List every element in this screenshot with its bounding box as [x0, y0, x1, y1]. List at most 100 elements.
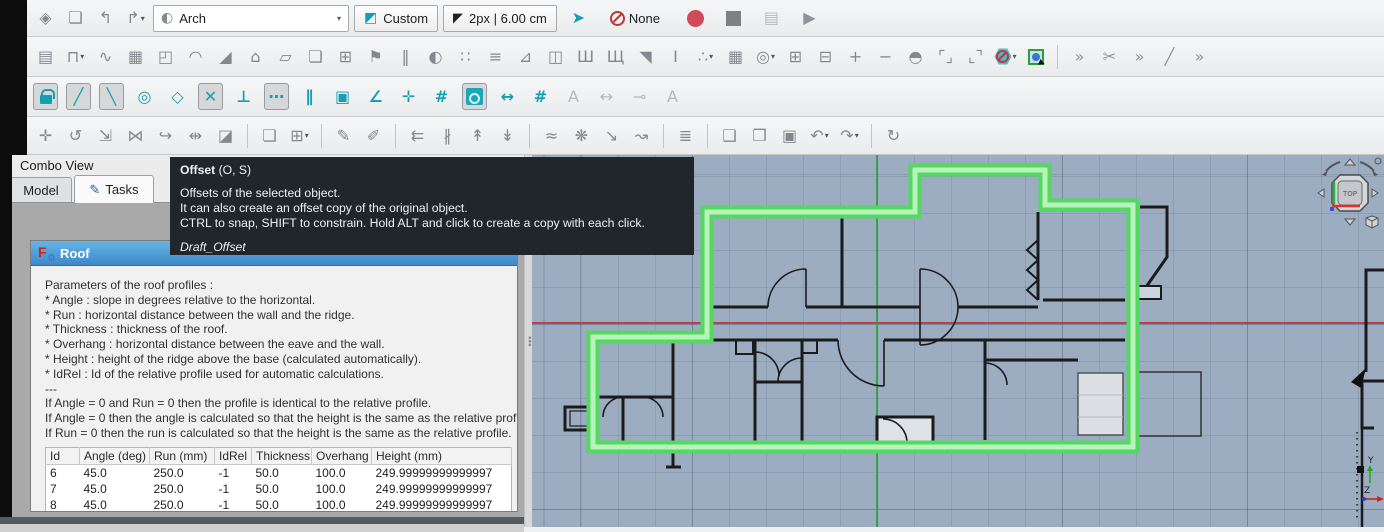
chevron-down-icon[interactable]: ▾ [337, 14, 341, 23]
redo-button[interactable]: ↷▾ [837, 122, 862, 149]
column-header[interactable]: Id [46, 447, 80, 464]
arch-building-button[interactable]: ⌂ [243, 43, 268, 70]
open-file-button[interactable]: ❒ [747, 122, 772, 149]
autogroup-selector[interactable]: None [610, 11, 660, 26]
arch-floor-plan-button[interactable]: ▱ [273, 43, 298, 70]
draft-to-sketch-button[interactable]: ↝ [629, 122, 654, 149]
column-header[interactable]: Angle (deg) [80, 447, 150, 464]
table-cell[interactable]: -1 [215, 464, 252, 481]
join-button[interactable]: ⇇ [405, 122, 430, 149]
table-cell[interactable]: 250.0 [150, 497, 215, 512]
table-header-row[interactable]: IdAngle (deg)Run (mm)IdRelThickness (mm)… [46, 447, 512, 464]
upgrade-button[interactable]: ↟ [465, 122, 490, 149]
roof-profiles-table[interactable]: IdAngle (deg)Run (mm)IdRelThickness (mm)… [45, 447, 512, 512]
arch-curtain-wall-button[interactable]: ▦ [123, 43, 148, 70]
downgrade-button[interactable]: ↡ [495, 122, 520, 149]
arch-add-component-button[interactable]: ⊞ [783, 43, 808, 70]
ifc-toggle-button[interactable]: ▾ [993, 43, 1018, 70]
draft-dimension-button[interactable]: ↔ [594, 83, 619, 110]
arch-rebar-button[interactable]: ∿ [93, 43, 118, 70]
arch-reference-button[interactable]: ❏ [303, 43, 328, 70]
scale-button[interactable]: ⇲ [93, 122, 118, 149]
save-file-button[interactable]: ▣ [777, 122, 802, 149]
undo-button[interactable]: ↶▾ [807, 122, 832, 149]
macro-record-button[interactable] [683, 5, 708, 32]
array-button[interactable]: ⊞▾ [287, 122, 312, 149]
table-cell[interactable]: 100.0 [312, 464, 372, 481]
snap-working-plane-button[interactable]: ▣ [330, 83, 355, 110]
macro-document-button[interactable]: ▤ [759, 5, 784, 32]
dropdown-caret-icon[interactable]: ▾ [305, 131, 309, 140]
layer-button[interactable]: ≣ [673, 122, 698, 149]
snap-intersection-button[interactable]: ✕ [198, 83, 223, 110]
arch-remove-component-button[interactable]: ⊟ [813, 43, 838, 70]
shape-2d-view-button[interactable]: ↘ [599, 122, 624, 149]
clip-button[interactable]: ◪ [213, 122, 238, 149]
arch-truss-button[interactable]: ◥ [633, 43, 658, 70]
snap-center-button[interactable]: ◎ [132, 83, 157, 110]
arch-fence-button[interactable]: Ш [573, 43, 598, 70]
arch-add-button[interactable]: + [843, 43, 868, 70]
table-cell[interactable]: 250.0 [150, 464, 215, 481]
snap-extension-button[interactable]: ⋯ [264, 83, 289, 110]
table-cell[interactable]: 249.99999999999997 [372, 481, 512, 497]
snap-perpendicular-button[interactable]: ⊥ [231, 83, 256, 110]
arch-profile-button[interactable]: Ⅰ [663, 43, 688, 70]
snap-endpoint-button[interactable]: ╱ [66, 83, 91, 110]
table-cell[interactable]: 250.0 [150, 481, 215, 497]
mirror-button[interactable]: ⋈ [123, 122, 148, 149]
arch-pipe-button[interactable]: ◎▾ [753, 43, 778, 70]
split-button[interactable]: ∦ [435, 122, 460, 149]
draft-text-button[interactable]: A [561, 83, 586, 110]
arch-building-part-button[interactable]: ◰ [153, 43, 178, 70]
toggle-grid-button[interactable] [462, 83, 487, 110]
arch-stairs-button[interactable]: ≡ [483, 43, 508, 70]
arch-window-button[interactable]: ⊞ [333, 43, 358, 70]
clone-button[interactable]: ❏ [257, 122, 282, 149]
macro-stop-button[interactable] [721, 5, 746, 32]
chevron-more-1-button[interactable]: » [1067, 43, 1092, 70]
tab-tasks[interactable]: ✎ Tasks [74, 175, 154, 203]
box-element-selection-button[interactable] [1023, 43, 1048, 70]
snap-parallel-button[interactable]: ∥ [297, 83, 322, 110]
wire-to-bspline-button[interactable]: ≈ [539, 122, 564, 149]
table-cell[interactable]: -1 [215, 481, 252, 497]
selection-plane-button[interactable]: ⌜⌟ [933, 43, 958, 70]
table-cell[interactable]: -1 [215, 497, 252, 512]
stretch-button[interactable]: ⇹ [183, 122, 208, 149]
custom-style-button[interactable]: ◩ Custom [354, 5, 438, 32]
chevron-more-2-button[interactable]: » [1127, 43, 1152, 70]
table-cell[interactable]: 50.0 [252, 497, 312, 512]
workbench-selector[interactable]: ◐ Arch ▾ [153, 5, 349, 32]
column-header[interactable]: IdRel [215, 447, 252, 464]
arch-section-plane-button[interactable]: ⊿ [513, 43, 538, 70]
link-import-button[interactable]: ↰ [93, 5, 118, 32]
draft-shapestring-button[interactable]: A [660, 83, 685, 110]
draft-edit-button[interactable]: ✎ [331, 122, 356, 149]
arch-grille-button[interactable]: Щ [603, 43, 628, 70]
table-cell[interactable]: 45.0 [80, 497, 150, 512]
arch-axis-button[interactable]: ◐ [423, 43, 448, 70]
arch-wall-button[interactable]: ▤ [33, 43, 58, 70]
rotate-button[interactable]: ↺ [63, 122, 88, 149]
new-file-button[interactable]: ❑ [717, 122, 742, 149]
selection-view-button[interactable]: ⌞⌝ [963, 43, 988, 70]
cut-button[interactable]: ✂ [1097, 43, 1122, 70]
snap-dimensions-button[interactable]: ↔ [495, 83, 520, 110]
table-cell[interactable]: 8 [46, 497, 80, 512]
arch-structure-button[interactable]: ⊓▾ [63, 43, 88, 70]
column-header[interactable]: Thickness (mm) [252, 447, 312, 464]
arch-ramp-button[interactable]: ◢ [213, 43, 238, 70]
arch-dome-button[interactable]: ◠ [183, 43, 208, 70]
table-cell[interactable]: 7 [46, 481, 80, 497]
freecad-workbench-button[interactable]: ◈ [33, 5, 58, 32]
link-export-button[interactable]: ↱▾ [123, 5, 148, 32]
dropdown-caret-icon[interactable]: ▾ [825, 131, 829, 140]
table-cell[interactable]: 6 [46, 464, 80, 481]
snap-ortho-button[interactable]: ✛ [396, 83, 421, 110]
table-cell[interactable]: 50.0 [252, 481, 312, 497]
snap-midpoint-button[interactable]: ╲ [99, 83, 124, 110]
column-header[interactable]: Overhang (mm) [312, 447, 372, 464]
column-header[interactable]: Height (mm) [372, 447, 512, 464]
snap-grid-button[interactable]: # [528, 83, 553, 110]
